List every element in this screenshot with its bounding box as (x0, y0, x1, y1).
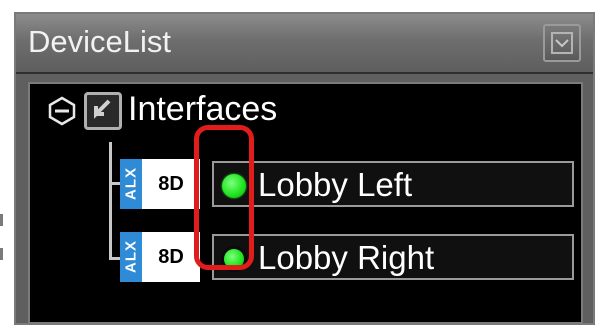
list-item-device[interactable]: ALX 8D Lobby Left (120, 159, 580, 209)
device-name: Lobby Left (258, 166, 413, 203)
left-edge-mark-lower (0, 248, 3, 260)
panel-titlebar: DeviceList (16, 14, 593, 74)
device-list-panel: DeviceList Interfaces ALX 8D Lobby Left … (14, 12, 595, 325)
list-item-device[interactable]: ALX 8D Lobby Right (120, 232, 580, 282)
left-edge-mark-upper (0, 214, 3, 226)
device-type-badge: 8D (142, 159, 200, 209)
brand-tag: ALX (120, 159, 142, 209)
brand-tag: ALX (120, 232, 142, 282)
device-entry[interactable]: Lobby Right (212, 234, 574, 280)
tree-connector-vertical (109, 142, 112, 260)
device-entry[interactable]: Lobby Left (212, 161, 574, 207)
device-tree[interactable]: Interfaces ALX 8D Lobby Left ALX 8D Lobb… (28, 82, 583, 324)
device-name: Lobby Right (258, 239, 435, 276)
status-highlight-ring (194, 125, 254, 270)
collapse-box-icon[interactable] (543, 24, 581, 62)
collapse-minus-icon[interactable] (48, 96, 76, 126)
tree-node-interfaces[interactable]: Interfaces (128, 90, 277, 129)
interfaces-folder-icon (84, 92, 122, 130)
panel-title: DeviceList (28, 24, 171, 59)
device-type-badge: 8D (142, 232, 200, 282)
chevron-down-icon (555, 39, 569, 48)
